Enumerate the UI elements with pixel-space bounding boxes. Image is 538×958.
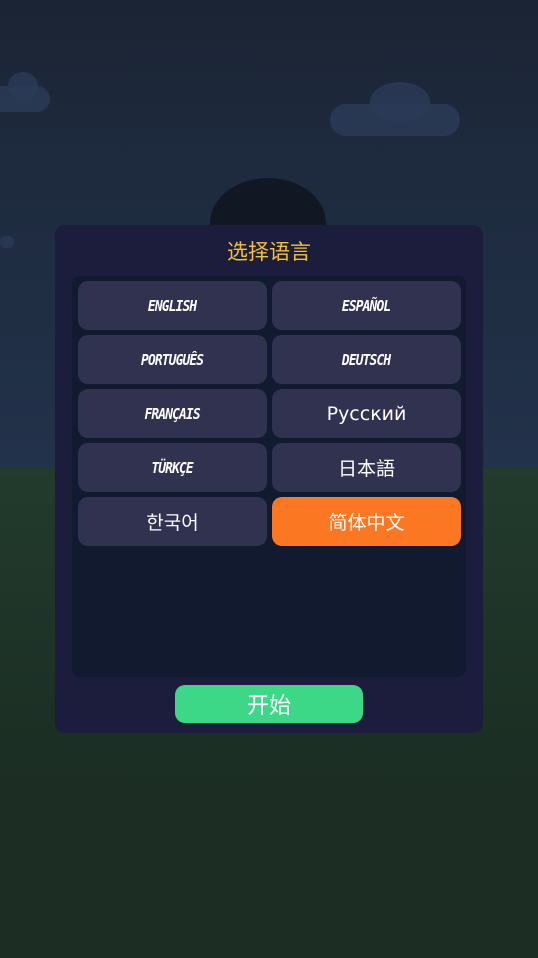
dialog-title: 选择语言: [227, 240, 311, 264]
language-button-simplified-chinese[interactable]: 简体中文: [272, 497, 461, 546]
cloud: [8, 72, 38, 100]
language-label: Русский: [326, 402, 407, 425]
language-button-portugues[interactable]: PORTUGUÊS: [78, 335, 267, 384]
language-button-japanese[interactable]: 日本語: [272, 443, 461, 492]
language-button-turkce[interactable]: TÜRKÇE: [78, 443, 267, 492]
language-label: TÜRKÇE: [151, 458, 194, 477]
language-label: 한국어: [146, 512, 199, 534]
language-button-korean[interactable]: 한국어: [78, 497, 267, 546]
start-button[interactable]: 开始: [175, 685, 363, 723]
language-label: ESPAÑOL: [342, 296, 391, 315]
language-button-espanol[interactable]: ESPAÑOL: [272, 281, 461, 330]
language-button-russian[interactable]: Русский: [272, 389, 461, 438]
language-button-francais[interactable]: FRANÇAIS: [78, 389, 267, 438]
language-label: 日本語: [337, 458, 395, 480]
language-button-english[interactable]: ENGLISH: [78, 281, 267, 330]
language-label: ENGLISH: [148, 296, 197, 315]
language-label: DEUTSCH: [342, 350, 391, 369]
language-button-deutsch[interactable]: DEUTSCH: [272, 335, 461, 384]
language-label: PORTUGUÊS: [141, 350, 204, 369]
cloud: [370, 82, 430, 122]
language-label: 简体中文: [328, 512, 405, 534]
language-label: FRANÇAIS: [144, 404, 201, 423]
